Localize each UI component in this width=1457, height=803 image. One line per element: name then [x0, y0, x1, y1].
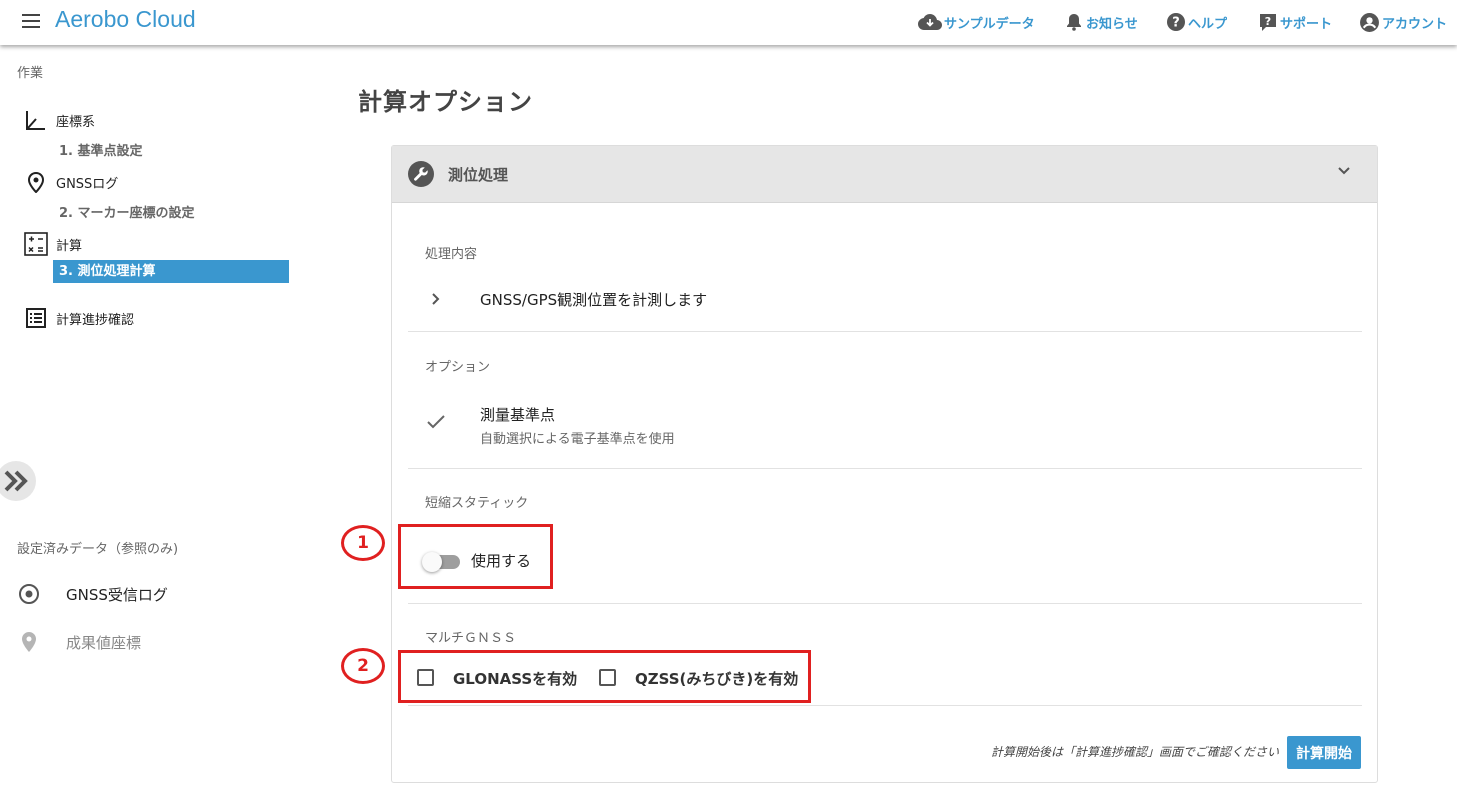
processing-section-label: 処理内容: [425, 247, 478, 262]
ref-item-gnss-log[interactable]: GNSS受信ログ: [18, 583, 168, 605]
support-label: サポート: [1280, 16, 1333, 32]
sidebar-subitem-positioning-calc[interactable]: 3. 測位処理計算: [53, 260, 289, 283]
support-icon: ?: [1260, 14, 1276, 31]
sidebar-item-label: 計算: [56, 238, 83, 254]
sidebar-expand-button[interactable]: [0, 461, 36, 501]
sidebar-item-label: 計算進捗確認: [56, 312, 135, 328]
panel-header[interactable]: 測位処理: [392, 146, 1377, 203]
sidebar-item-progress[interactable]: 計算進捗確認: [24, 306, 134, 330]
processing-description: GNSS/GPS観測位置を計測します: [480, 291, 708, 309]
account-circle-icon: [1360, 12, 1379, 32]
option-subtitle: 自動選択による電子基準点を使用: [480, 432, 675, 447]
wrench-icon: [408, 161, 434, 187]
divider: [408, 603, 1362, 604]
axis-icon: [24, 108, 48, 132]
sidebar-item-calculation[interactable]: 計算: [24, 232, 82, 256]
brand-title[interactable]: Aerobo Cloud: [55, 6, 196, 33]
annotation-badge-2: 2: [341, 648, 385, 684]
location-pin-icon: [24, 170, 48, 194]
account-label: アカウント: [1382, 16, 1448, 32]
sidebar-item-label: GNSSログ: [56, 176, 119, 192]
radio-target-icon: [19, 584, 39, 604]
divider: [408, 331, 1362, 332]
sidebar-subitem-reference-point[interactable]: 1. 基準点設定: [59, 140, 143, 159]
help-icon: ?: [1167, 13, 1185, 31]
help-label: ヘルプ: [1188, 16, 1228, 32]
annotation-box-2: [398, 650, 811, 703]
divider: [408, 468, 1362, 469]
notifications-label: お知らせ: [1086, 16, 1138, 32]
cloud-download-icon: [918, 14, 942, 30]
svg-text:?: ?: [1265, 15, 1271, 28]
support-link[interactable]: ? サポート: [1258, 11, 1332, 33]
double-chevron-right-icon: [4, 470, 28, 492]
sidebar-item-coordinate-system[interactable]: 座標系: [24, 108, 95, 132]
option-title: 測量基準点: [480, 406, 556, 424]
sample-data-link[interactable]: サンプルデータ: [918, 11, 1035, 33]
list-icon: [24, 306, 48, 330]
footer-note: 計算開始後は「計算進捗確認」画面でご確認ください: [990, 745, 1279, 759]
sidebar-item-gnss-log[interactable]: GNSSログ: [24, 170, 118, 194]
sidebar-heading: 作業: [17, 66, 44, 81]
account-link[interactable]: アカウント: [1359, 11, 1447, 33]
sidebar-item-label: 座標系: [56, 114, 96, 130]
ref-item-label: 成果値座標: [66, 633, 142, 652]
map-pin-icon: [22, 632, 36, 652]
static-section-label: 短縮スタティック: [425, 496, 529, 511]
page-title: 計算オプション: [358, 88, 533, 116]
reference-data-heading: 設定済みデータ（参照のみ): [17, 542, 179, 557]
option-section-label: オプション: [425, 360, 491, 375]
bell-icon: [1067, 14, 1081, 31]
annotation-badge-1: 1: [341, 525, 385, 561]
svg-text:?: ?: [1172, 16, 1180, 31]
ref-item-result-coords[interactable]: 成果値座標: [18, 631, 141, 653]
top-app-bar: Aerobo Cloud サンプルデータ お知らせ ? ヘルプ ? サポート ア…: [0, 0, 1457, 45]
multignss-section-label: マルチＧＮＳＳ: [425, 631, 517, 646]
notifications-link[interactable]: お知らせ: [1064, 11, 1138, 33]
calculator-icon: [24, 232, 48, 256]
annotation-box-1: [398, 524, 553, 589]
help-link[interactable]: ? ヘルプ: [1166, 11, 1227, 33]
sample-data-label: サンプルデータ: [944, 16, 1035, 32]
ref-item-label: GNSS受信ログ: [66, 585, 168, 604]
chevron-down-icon: [1338, 167, 1350, 175]
divider: [408, 705, 1362, 706]
hamburger-menu-icon[interactable]: [22, 14, 40, 28]
panel-title: 測位処理: [448, 166, 509, 184]
chevron-right-icon: [432, 293, 440, 305]
start-calculation-button[interactable]: 計算開始: [1287, 736, 1361, 769]
sidebar-subitem-marker-coords[interactable]: 2. マーカー座標の設定: [59, 202, 195, 221]
checkmark-icon: [427, 415, 445, 429]
